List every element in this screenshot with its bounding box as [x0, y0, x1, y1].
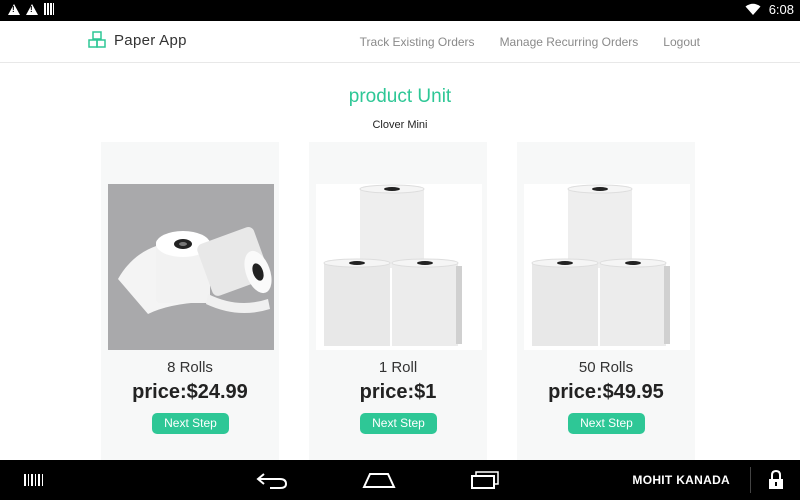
product-card: 1 Roll price:$1 Next Step [309, 142, 487, 460]
paper-roll-stack-photo [316, 184, 482, 350]
nav-logout[interactable]: Logout [663, 35, 700, 49]
status-icons [8, 3, 54, 15]
next-step-button[interactable]: Next Step [568, 413, 645, 434]
app-header: Paper App Track Existing Orders Manage R… [0, 21, 800, 63]
status-bar: 6:08 [0, 0, 800, 21]
next-step-button[interactable]: Next Step [152, 413, 229, 434]
nav-track-orders[interactable]: Track Existing Orders [360, 35, 475, 49]
product-price: price:$1 [359, 381, 437, 403]
page-title: product Unit [348, 86, 452, 107]
status-right: 6:08 [745, 2, 794, 17]
home-icon[interactable] [362, 471, 396, 489]
product-card: 8 Rolls price:$24.99 Next Step [101, 142, 279, 460]
divider [750, 467, 751, 493]
barcode-icon[interactable] [24, 474, 44, 486]
nav-manage-recurring[interactable]: Manage Recurring Orders [500, 35, 639, 49]
brand[interactable]: Paper App [88, 31, 187, 49]
product-card: 50 Rolls price:$49.95 Next Step [517, 142, 695, 460]
product-units: 1 Roll [378, 359, 418, 376]
warning-icon [26, 3, 38, 15]
back-icon[interactable] [256, 471, 288, 489]
recent-apps-icon[interactable] [470, 471, 500, 490]
top-nav: Track Existing Orders Manage Recurring O… [360, 35, 700, 49]
product-units: 50 Rolls [578, 359, 634, 376]
product-units: 8 Rolls [167, 359, 213, 376]
barcode-icon [44, 3, 54, 15]
clock: 6:08 [768, 2, 794, 17]
boxes-logo-icon [88, 31, 106, 48]
next-step-button[interactable]: Next Step [360, 413, 437, 434]
system-nav-bar: MOHIT KANADA [0, 460, 800, 500]
page-subtitle: Clover Mini [372, 119, 428, 131]
wifi-icon [745, 3, 761, 15]
paper-rolls-photo [108, 184, 274, 350]
paper-roll-stack-photo [524, 184, 690, 350]
user-name: MOHIT KANADA [632, 473, 730, 487]
warning-icon [8, 3, 20, 15]
brand-name: Paper App [114, 31, 187, 49]
product-price: price:$24.99 [132, 381, 248, 403]
lock-icon[interactable] [768, 470, 784, 490]
product-price: price:$49.95 [548, 381, 664, 403]
